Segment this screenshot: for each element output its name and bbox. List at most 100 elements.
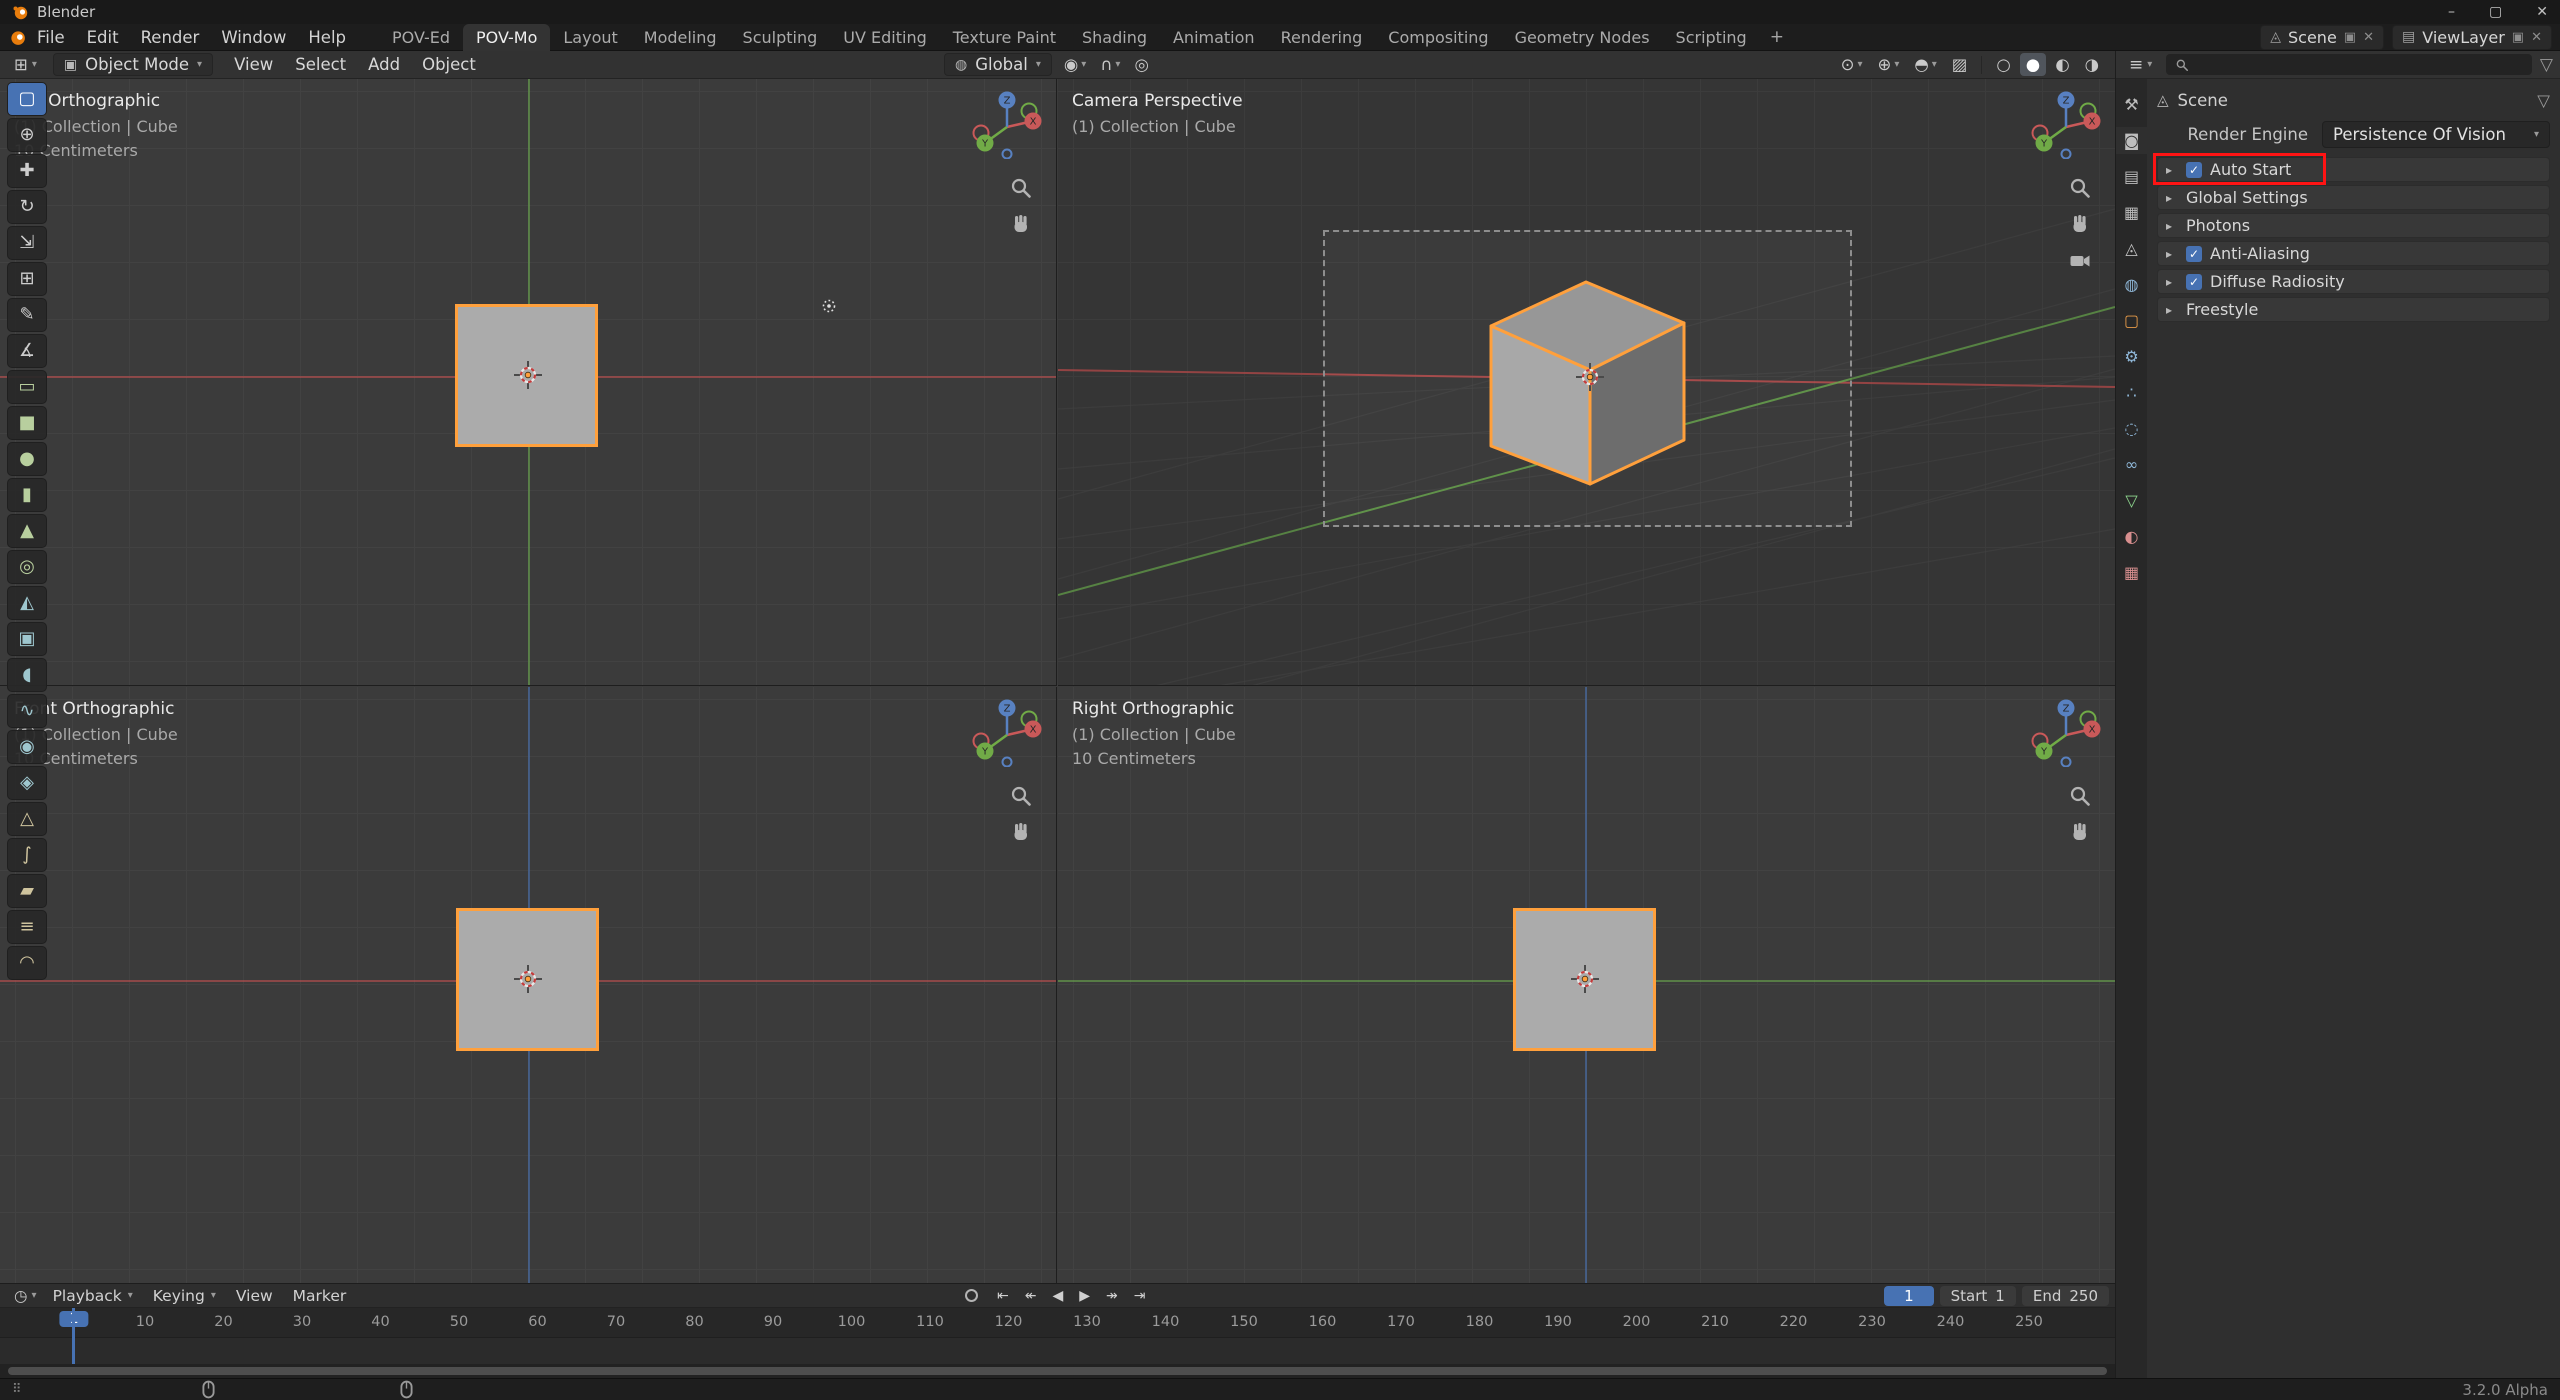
auto-keying-toggle[interactable] (965, 1289, 978, 1302)
properties-tab-object-data[interactable]: ▽ (2116, 487, 2147, 514)
panel-freestyle[interactable]: ▸Freestyle (2157, 297, 2550, 322)
tool-cursor[interactable]: ⊕ (7, 118, 47, 152)
menu-window[interactable]: Window (210, 26, 297, 49)
properties-tab-world[interactable]: ◍ (2116, 271, 2147, 298)
workspace-tab-shading[interactable]: Shading (1069, 24, 1160, 51)
overlays-toggle[interactable]: ◓ ▾ (1908, 53, 1942, 76)
viewport-right[interactable]: Right Orthographic (1) Collection | Cube… (1058, 687, 2115, 1283)
navigation-gizmo[interactable]: X Z Y (2031, 697, 2101, 772)
menu-edit[interactable]: Edit (76, 26, 130, 49)
navigation-gizmo[interactable]: X Z Y (2031, 89, 2101, 164)
properties-tab-constraints[interactable]: ∞ (2116, 451, 2147, 478)
display-filter-icon[interactable]: ▽ (2540, 55, 2553, 75)
timeline-tracks[interactable] (0, 1338, 2115, 1364)
timeline-scrollbar[interactable] (0, 1364, 2115, 1378)
viewlayer-selector[interactable]: ▤ ViewLayer ▣ ✕ (2392, 25, 2552, 50)
tool-rotate[interactable]: ↻ (7, 190, 47, 224)
add-workspace-button[interactable]: + (1760, 25, 1794, 49)
tool-add-sphere[interactable]: ● (7, 442, 47, 476)
hand-icon[interactable] (2067, 819, 2093, 845)
navigation-gizmo[interactable]: X Z Y (972, 89, 1042, 164)
navigation-gizmo[interactable]: X Z Y (972, 697, 1042, 772)
transport-jump-prev-keyframe[interactable]: ↞ (1018, 1287, 1044, 1305)
timeline-menu-keying[interactable]: Keying▾ (143, 1286, 226, 1306)
panel-diffuse-radiosity[interactable]: ▸✓Diffuse Radiosity (2157, 269, 2550, 294)
zoom-icon[interactable] (2067, 175, 2093, 201)
panel-anti-aliasing[interactable]: ▸✓Anti-Aliasing (2157, 241, 2550, 266)
workspace-tab-pov-ed[interactable]: POV-Ed (379, 24, 463, 51)
properties-tab-object[interactable]: ▢ (2116, 307, 2147, 334)
tool-add-lathe[interactable]: ◖ (7, 658, 47, 692)
viewport-front[interactable]: Front Orthographic (1) Collection | Cube… (0, 687, 1057, 1283)
transport-jump-to-start[interactable]: ⇤ (990, 1287, 1016, 1305)
proportional-editing-toggle[interactable]: ◎ (1128, 53, 1154, 76)
tool-add-heightfield[interactable]: △ (7, 802, 47, 836)
viewport-quad[interactable]: Top Orthographic (1) Collection | Cube 1… (0, 79, 2115, 1283)
tool-scale[interactable]: ⇲ (7, 226, 47, 260)
workspace-tab-geometry-nodes[interactable]: Geometry Nodes (1502, 24, 1663, 51)
properties-tab-render[interactable]: ◙ (2116, 127, 2147, 154)
properties-tab-texture[interactable]: ▦ (2116, 559, 2147, 586)
scrollbar-thumb[interactable] (8, 1367, 2107, 1375)
menu-help[interactable]: Help (297, 26, 357, 49)
tool-measure[interactable]: ∡ (7, 334, 47, 368)
checkbox-icon[interactable]: ✓ (2186, 274, 2202, 290)
hand-icon[interactable] (1008, 819, 1034, 845)
properties-tab-particles[interactable]: ∴ (2116, 379, 2147, 406)
tool-add-torus[interactable]: ◎ (7, 550, 47, 584)
tool-add-isosurface[interactable]: ◈ (7, 766, 47, 800)
minimize-button[interactable]: – (2448, 4, 2455, 20)
properties-tab-scene[interactable]: ◬ (2116, 235, 2147, 262)
properties-tab-modifiers[interactable]: ⚙ (2116, 343, 2147, 370)
transport-jump-to-end[interactable]: ⇥ (1127, 1287, 1153, 1305)
zoom-icon[interactable] (2067, 783, 2093, 809)
tool-add-sphere-sweep[interactable]: ∿ (7, 694, 47, 728)
shading-rendered-button[interactable]: ◑ (2079, 53, 2105, 76)
timeline-ruler[interactable]: 1 10203040506070809010011012013014015016… (0, 1308, 2115, 1338)
viewport-camera[interactable]: Camera Perspective (1) Collection | Cube… (1058, 79, 2115, 686)
viewport-top[interactable]: Top Orthographic (1) Collection | Cube 1… (0, 79, 1057, 686)
transport-jump-next-keyframe[interactable]: ↠ (1099, 1287, 1125, 1305)
editor-type-button[interactable]: ≡ ▾ (2123, 53, 2158, 77)
menu-render[interactable]: Render (130, 26, 211, 49)
checkbox-icon[interactable]: ✓ (2186, 162, 2202, 178)
mode-dropdown[interactable]: ▣ Object Mode ▾ (53, 53, 213, 76)
viewport-menu-object[interactable]: Object (411, 53, 487, 76)
workspace-tab-animation[interactable]: Animation (1160, 24, 1268, 51)
light-object[interactable] (816, 293, 842, 324)
editor-type-button[interactable]: ⊞ ▾ (8, 53, 43, 76)
tool-add-prism[interactable]: ◭ (7, 586, 47, 620)
workspace-tab-texture-paint[interactable]: Texture Paint (940, 24, 1069, 51)
pivot-point-dropdown[interactable]: ◉ ▾ (1058, 53, 1092, 76)
transport-play[interactable]: ▶ (1072, 1287, 1097, 1305)
zoom-icon[interactable] (1008, 783, 1034, 809)
transport-play-reverse[interactable]: ◀ (1045, 1287, 1070, 1305)
workspace-tab-modeling[interactable]: Modeling (631, 24, 730, 51)
current-frame-field[interactable]: 1 (1884, 1286, 1934, 1306)
tool-tweak-select[interactable]: ▢ (7, 82, 47, 116)
new-scene-icon[interactable]: ▣ (2344, 30, 2356, 45)
tool-add-polygon[interactable]: ▰ (7, 874, 47, 908)
viewport-menu-select[interactable]: Select (284, 53, 357, 76)
tool-add-blob[interactable]: ◉ (7, 730, 47, 764)
start-frame-field[interactable]: Start 1 (1940, 1286, 2016, 1306)
menu-file[interactable]: File (26, 26, 76, 49)
transform-orientation-dropdown[interactable]: ◍ Global ▾ (944, 53, 1052, 76)
render-engine-dropdown[interactable]: Persistence Of Vision ▾ (2322, 121, 2550, 148)
timeline-menu-view[interactable]: View (226, 1286, 283, 1306)
hand-icon[interactable] (2067, 211, 2093, 237)
blender-menu-icon[interactable] (8, 28, 26, 46)
snap-toggle[interactable]: ∩ ▾ (1094, 53, 1126, 76)
panel-photons[interactable]: ▸Photons (2157, 213, 2550, 238)
workspace-tab-scripting[interactable]: Scripting (1663, 24, 1760, 51)
scene-selector[interactable]: ◬ Scene ▣ ✕ (2260, 25, 2384, 50)
tool-add-cylinder[interactable]: ▮ (7, 478, 47, 512)
properties-tab-material[interactable]: ◐ (2116, 523, 2147, 550)
viewport-menu-view[interactable]: View (223, 53, 284, 76)
timeline-menu-playback[interactable]: Playback▾ (43, 1286, 143, 1306)
end-frame-field[interactable]: End 250 (2022, 1286, 2109, 1306)
tool-add-superellipsoid[interactable]: ▣ (7, 622, 47, 656)
workspace-tab-sculpting[interactable]: Sculpting (730, 24, 831, 51)
tool-move[interactable]: ✚ (7, 154, 47, 188)
close-button[interactable]: ✕ (2536, 4, 2548, 20)
